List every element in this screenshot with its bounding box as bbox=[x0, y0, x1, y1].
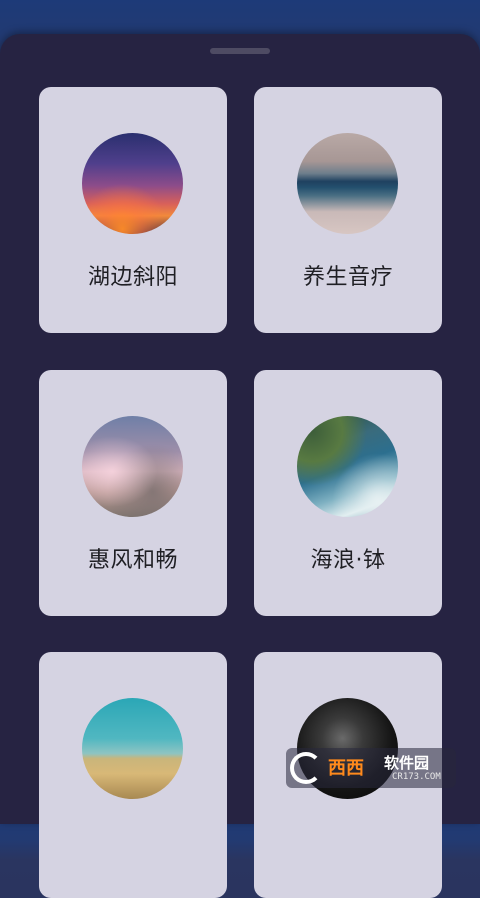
soft-clouds-image bbox=[82, 416, 183, 517]
card-label: 养生音疗 bbox=[302, 265, 393, 290]
ocean-waves-image bbox=[297, 416, 398, 517]
watermark-brand: 西西 bbox=[328, 758, 364, 779]
sound-card-gentle-breeze[interactable]: 惠风和畅 bbox=[39, 370, 227, 616]
grass-field-image bbox=[82, 698, 183, 799]
calm-sea-image bbox=[297, 133, 398, 234]
card-label: 海浪·钵 bbox=[310, 548, 386, 573]
watermark: 西西 软件园 CR173.COM bbox=[286, 748, 456, 788]
card-label: 湖边斜阳 bbox=[87, 265, 178, 290]
drag-handle[interactable] bbox=[210, 48, 270, 54]
sound-card-healing-music[interactable]: 养生音疗 bbox=[254, 87, 442, 333]
watermark-logo-icon bbox=[290, 752, 322, 784]
lakeside-sunset-image bbox=[82, 133, 183, 234]
watermark-url: CR173.COM bbox=[392, 772, 441, 782]
card-label: 惠风和畅 bbox=[87, 548, 178, 573]
sound-card-lakeside-sunset[interactable]: 湖边斜阳 bbox=[39, 87, 227, 333]
bottom-sheet: 湖边斜阳 养生音疗 惠风和畅 海浪·钵 bbox=[0, 34, 480, 898]
sound-card-waves-bowl[interactable]: 海浪·钵 bbox=[254, 370, 442, 616]
sound-card-grass-field[interactable] bbox=[39, 652, 227, 898]
watermark-site: 软件园 bbox=[384, 754, 430, 772]
